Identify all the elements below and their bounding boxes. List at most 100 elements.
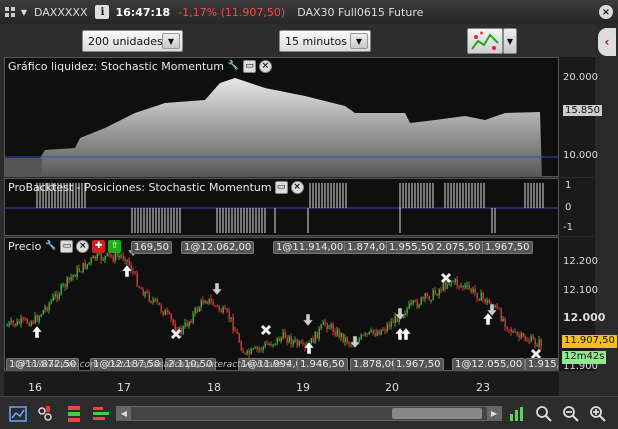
chevron-down-icon[interactable]: ▼ [162,33,180,49]
layers-icon[interactable] [92,405,110,423]
zoom-in-icon[interactable] [589,405,607,423]
time-axis-label: 19 [296,381,310,394]
candle-body [362,334,364,336]
timeframe-select[interactable]: 15 minutos ▼ [279,30,371,52]
candle-body [8,322,10,326]
time-axis-label: 17 [117,381,131,394]
candle-body [476,292,478,299]
chart-style-button[interactable] [467,28,503,54]
candle-body [302,343,304,345]
candle-body [456,279,458,286]
zoom-out-icon[interactable] [562,405,580,423]
candle-body [242,350,244,353]
candle-body [538,339,540,347]
candle-body [144,291,146,296]
window-icon[interactable]: ▭ [60,239,74,253]
candle-body [236,331,238,334]
symbol-label[interactable]: DAXXXXX [34,6,87,19]
candle-body [212,301,214,306]
candle-body [134,272,136,274]
candle-body [32,321,34,324]
scroll-thumb[interactable] [392,408,482,419]
price-chart-panel[interactable]: Precio 🔧 ▭ × ✚ ⇧ 169,50 1@12.062,00 1@11… [4,237,559,371]
wrench-icon[interactable]: 🔧 [44,240,57,253]
candle-body [126,259,128,261]
candle-body [520,332,522,338]
candle-body [372,329,374,334]
grid-icon[interactable] [3,5,17,19]
candle-body [324,321,326,324]
candle-body [80,271,82,273]
indicators-icon[interactable] [36,405,54,423]
close-icon[interactable]: × [258,59,272,73]
candle-body [10,320,12,323]
candle-body [286,338,288,343]
buy-order-icon[interactable]: ✚ [92,239,106,253]
candle-body [482,292,484,299]
candle-body [138,286,140,288]
trade-label: 1.967,50 [393,358,444,370]
candle-body [222,307,224,313]
candle-body [418,304,420,308]
scroll-right-arrow[interactable]: ▶ [487,407,501,420]
window-icon[interactable]: ▭ [242,59,256,73]
liquidity-base [5,158,42,176]
bar-countdown-badge: 12m42s [562,351,607,364]
candle-body [496,305,498,309]
candle-body [240,342,242,351]
candle-body [364,333,366,335]
candle-body [204,301,206,304]
candle-body [96,253,98,260]
candle-body [280,337,282,342]
chevron-down-icon[interactable]: ▼ [17,5,31,19]
drawing-tools-icon[interactable] [65,405,83,423]
candle-body [266,343,268,345]
info-icon[interactable]: i [95,5,110,19]
candle-body [316,331,318,339]
zoom-auto-icon[interactable] [535,405,553,423]
price-panel-header: Precio 🔧 ▭ × ✚ ⇧ [5,238,122,254]
horizontal-scrollbar[interactable]: ◀ ▶ [116,406,502,421]
collapse-panel-button[interactable]: ‹ [598,28,616,56]
candle-body [218,305,220,310]
candle-body [474,288,476,293]
time-axis-label: 23 [476,381,490,394]
candle-body [234,330,236,332]
buy-arrow-icon [31,325,43,339]
candle-body [388,324,390,327]
trade-label: 1@12.055,00 [452,358,526,370]
candle-body [118,255,120,257]
positions-chart-panel[interactable]: ProBacktest - Posiciones: Stochastic Mom… [4,178,559,236]
positions-panel-header: ProBacktest - Posiciones: Stochastic Mom… [5,179,304,195]
price-candlestick-chart [6,243,542,360]
sell-order-icon[interactable]: ⇧ [108,239,122,253]
liquidity-chart-panel[interactable]: Gráfico liquidez: Stochastic Momentum 🔧 … [4,57,559,177]
candle-body [410,302,412,304]
close-icon[interactable]: × [76,239,90,253]
close-icon[interactable]: × [599,5,613,19]
candle-body [38,316,40,322]
candle-body [298,341,300,346]
sell-arrow-icon [302,313,314,327]
candle-body [110,255,112,257]
candle-body [148,292,150,302]
zoom-fit-icon[interactable] [508,405,526,423]
chevron-down-icon[interactable]: ▼ [350,33,368,49]
chart-type-icon[interactable] [9,405,27,423]
candle-body [40,314,42,317]
chart-style-dropdown[interactable]: ▼ [503,28,517,54]
candle-body [132,271,134,273]
close-icon[interactable]: × [290,180,304,194]
window-icon[interactable]: ▭ [274,180,288,194]
exit-cross-icon [260,324,272,336]
scroll-left-arrow[interactable]: ◀ [117,407,131,420]
candle-body [196,308,198,312]
wrench-icon[interactable]: 🔧 [227,60,240,73]
candle-body [278,337,280,342]
candle-body [282,332,284,338]
units-select[interactable]: 200 unidades ▼ [82,30,183,52]
candle-body [442,282,444,291]
candle-body [262,346,264,350]
candle-body [216,305,218,307]
candle-body [534,339,536,345]
